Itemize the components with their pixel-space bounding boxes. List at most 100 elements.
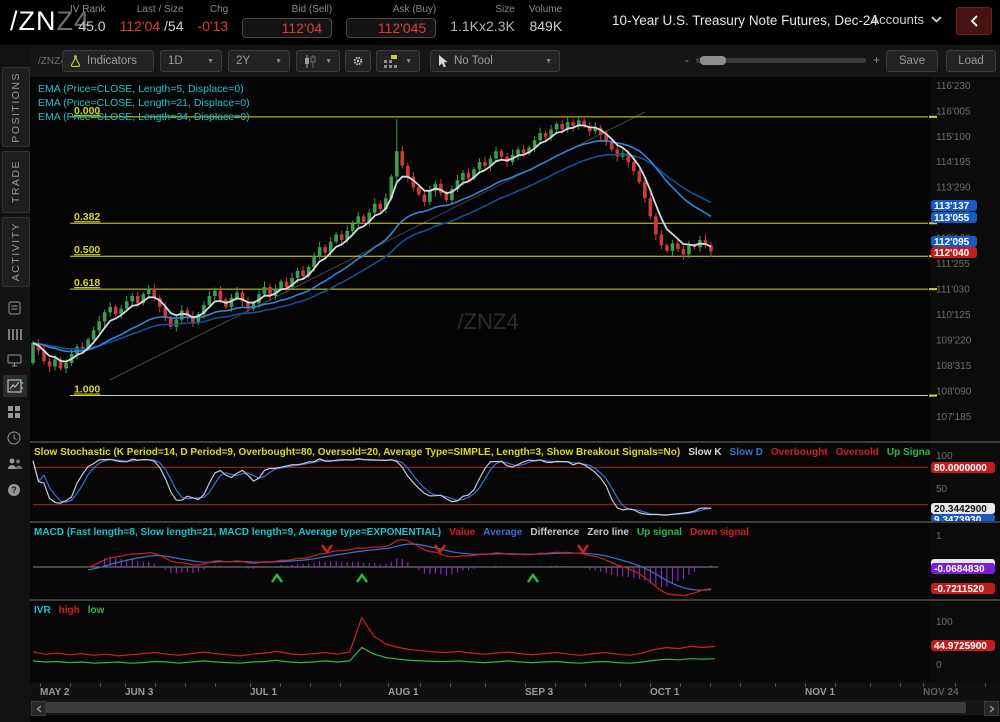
sidebar-help-icon[interactable]: ? — [3, 479, 27, 501]
candle — [378, 204, 382, 209]
time-tick — [280, 683, 281, 687]
candle — [687, 245, 691, 254]
chart-style-dropdown[interactable]: ▼ — [296, 50, 340, 72]
range-dropdown[interactable]: 2Y ▼ — [228, 50, 290, 72]
stat-ask-buy-[interactable]: Ask (Buy)112'045 — [346, 4, 436, 38]
candle — [671, 244, 675, 251]
stat-chg: Chg-0'13 — [198, 4, 229, 34]
candle — [147, 289, 151, 294]
chevron-down-icon: ▼ — [405, 58, 412, 65]
stochastic-panel[interactable]: Slow Stochastic (K Period=14, D Period=9… — [30, 443, 1000, 521]
price-axis-label: 116'230 — [936, 81, 971, 92]
price-axis-label: 116'005 — [936, 106, 971, 117]
symbol-root: /ZN — [10, 6, 57, 36]
timeframe-value: 1D — [168, 55, 183, 67]
candle — [208, 296, 212, 305]
drawing-tools-dropdown[interactable]: ▼ — [376, 50, 420, 72]
horizontal-scrollbar[interactable] — [30, 700, 1000, 715]
zoom-slider-thumb[interactable] — [700, 56, 726, 65]
grid-icon — [7, 405, 24, 420]
scroll-left-button[interactable] — [31, 701, 46, 716]
ema-legend-row: EMA (Price=CLOSE, Length=5, Displace=0) — [38, 83, 244, 95]
sidebar-people-icon[interactable] — [3, 453, 27, 475]
candle — [362, 216, 366, 221]
sidebar-chart-icon[interactable] — [3, 375, 27, 397]
axis-badge: 113'055 — [931, 212, 977, 224]
time-tick — [340, 683, 341, 687]
sidebar-tab-activity[interactable]: ACTIVITY — [2, 217, 30, 287]
axis-label: 1 — [936, 531, 942, 542]
price-axis-label: 108'090 — [936, 386, 972, 397]
scrollbar-thumb[interactable] — [46, 702, 966, 713]
accounts-label: Accounts — [871, 12, 924, 27]
candle — [417, 187, 421, 194]
tool-value: No Tool — [454, 55, 493, 67]
svg-text:112'095: 112'095 — [934, 237, 970, 248]
chart-area[interactable]: /ZNZ40.0000.3820.5000.6181.000116'230116… — [30, 77, 1000, 722]
scroll-right-button[interactable] — [984, 701, 999, 716]
candle — [478, 162, 482, 169]
candle — [301, 271, 305, 276]
stat-bid-sell-[interactable]: Bid (Sell)112'04 — [242, 4, 332, 38]
save-button[interactable]: Save — [886, 50, 938, 72]
accounts-menu[interactable]: Accounts — [871, 12, 942, 27]
sidebar-notes-icon[interactable] — [3, 297, 27, 319]
fib-axis-tick — [929, 395, 937, 397]
axis-badge: 113'137 — [931, 200, 977, 212]
quote-stats: IV Rank45.0Last / Size112'04 /54Chg-0'13… — [70, 4, 576, 38]
time-axis-label: JUN 3 — [125, 687, 153, 698]
sidebar-grid-icon[interactable] — [3, 401, 27, 423]
svg-text:-0.0684830: -0.0684830 — [934, 564, 985, 575]
indicators-label: Indicators — [87, 55, 137, 67]
indicators-button[interactable]: Indicators — [62, 50, 154, 72]
stat-iv-rank: IV Rank45.0 — [70, 4, 106, 34]
ivr-panel[interactable]: IVRhighlow100044.9725900 — [30, 601, 1000, 683]
candle — [461, 173, 465, 180]
time-tick — [70, 683, 71, 687]
time-tick — [555, 683, 556, 687]
zoom-in-button[interactable]: + — [873, 53, 880, 67]
candle — [632, 162, 636, 171]
time-axis[interactable]: MAY 2JUN 3JUL 1AUG 1SEP 3OCT 1NOV 1NOV 2… — [30, 683, 1000, 700]
sidebar-tab-positions[interactable]: POSITIONS — [2, 67, 30, 147]
sidebar-monitor-icon[interactable] — [3, 349, 27, 371]
price-axis-label: 115'100 — [936, 132, 971, 143]
candle — [340, 234, 344, 239]
candle — [373, 204, 377, 213]
time-axis-label: MAY 2 — [40, 687, 69, 698]
sidebar-clock-icon[interactable] — [3, 427, 27, 449]
candle — [615, 149, 619, 156]
fib-label: 1.000 — [74, 384, 100, 396]
time-tick — [155, 683, 156, 687]
candle — [219, 291, 223, 300]
tool-dropdown[interactable]: No Tool ▼ — [430, 50, 560, 72]
candle — [665, 245, 669, 250]
time-tick — [585, 683, 586, 687]
time-tick — [775, 683, 776, 687]
time-axis-label: OCT 1 — [650, 687, 679, 698]
axis-badge: 112'095 — [931, 236, 977, 248]
price-axis-label: 111'255 — [936, 259, 970, 270]
zoom-slider[interactable] — [696, 58, 866, 63]
top-quote-bar: /ZNZ4 IV Rank45.0Last / Size112'04 /54Ch… — [0, 0, 1000, 45]
sidebar-depth-bars-icon[interactable] — [3, 323, 27, 345]
stat-label: Chg — [210, 4, 228, 15]
price-axis-label: 113'290 — [936, 183, 971, 194]
candle — [53, 359, 57, 366]
sidebar-tab-trade[interactable]: TRADE — [2, 151, 30, 213]
candle — [516, 149, 520, 154]
ema-legend-row: EMA (Price=CLOSE, Length=34, Displace=0) — [38, 111, 250, 123]
macd-panel[interactable]: MACD (Fast length=8, Slow length=21, MAC… — [30, 523, 1000, 599]
candle — [356, 216, 360, 223]
candle — [682, 249, 686, 254]
candle — [351, 224, 355, 231]
candle — [213, 291, 217, 296]
zoom-out-button[interactable]: - — [685, 53, 689, 67]
candle — [279, 282, 283, 289]
chart-settings-button[interactable] — [345, 50, 371, 72]
collapse-panel-button[interactable] — [956, 7, 992, 35]
load-button[interactable]: Load — [946, 50, 996, 72]
main-price-chart[interactable]: /ZNZ40.0000.3820.5000.6181.000116'230116… — [30, 77, 1000, 441]
timeframe-dropdown[interactable]: 1D ▼ — [160, 50, 222, 72]
load-label: Load — [958, 55, 984, 67]
